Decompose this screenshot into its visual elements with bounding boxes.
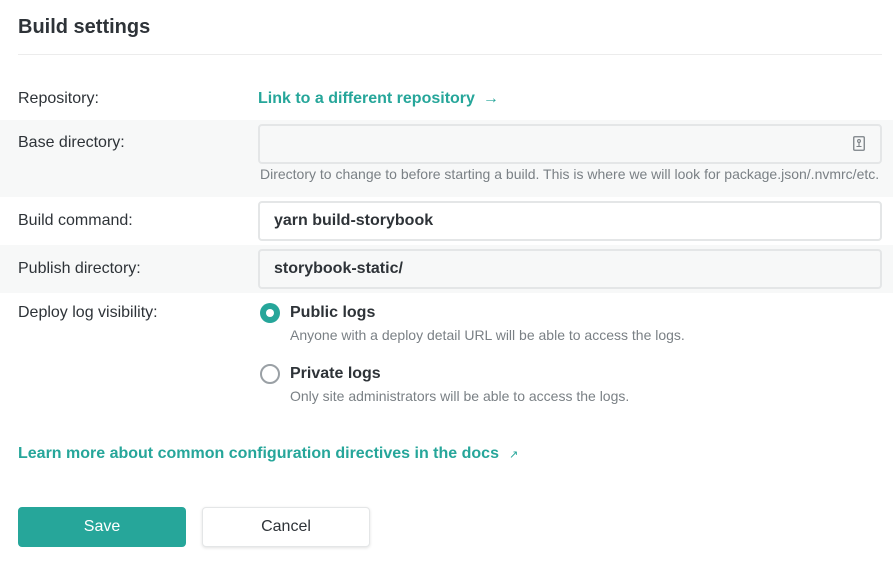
build-command-input[interactable]	[260, 203, 880, 239]
base-directory-field	[258, 124, 882, 164]
external-link-icon: ↗	[508, 449, 519, 461]
private-logs-label[interactable]: Private logs	[290, 365, 381, 383]
docs-link-text: Learn more about common configuration di…	[18, 445, 499, 462]
public-logs-radio[interactable]	[260, 303, 280, 323]
save-button[interactable]: Save	[18, 507, 186, 547]
base-directory-input[interactable]	[260, 126, 880, 162]
private-logs-description: Only site administrators will be able to…	[290, 388, 630, 404]
base-directory-label: Base directory:	[18, 134, 125, 151]
file-directory-icon[interactable]	[853, 136, 865, 151]
publish-directory-label: Publish directory:	[18, 260, 141, 277]
public-logs-description: Anyone with a deploy detail URL will be …	[290, 327, 685, 343]
publish-directory-field	[258, 249, 882, 289]
deploy-log-visibility-label: Deploy log visibility:	[18, 304, 158, 321]
repository-label: Repository:	[18, 90, 99, 107]
cancel-button[interactable]: Cancel	[202, 507, 370, 547]
public-logs-label[interactable]: Public logs	[290, 304, 375, 322]
title-divider	[18, 54, 882, 55]
private-logs-radio[interactable]	[260, 364, 280, 384]
link-different-repository-text: Link to a different repository	[258, 90, 475, 107]
build-command-field	[258, 201, 882, 241]
arrow-right-icon: →	[482, 90, 499, 107]
build-settings-title: Build settings	[18, 16, 151, 38]
link-different-repository[interactable]: Link to a different repository →	[258, 90, 499, 108]
base-directory-helper: Directory to change to before starting a…	[260, 166, 880, 182]
build-command-label: Build command:	[18, 212, 133, 229]
docs-link[interactable]: Learn more about common configuration di…	[18, 445, 518, 463]
publish-directory-input[interactable]	[260, 251, 880, 287]
